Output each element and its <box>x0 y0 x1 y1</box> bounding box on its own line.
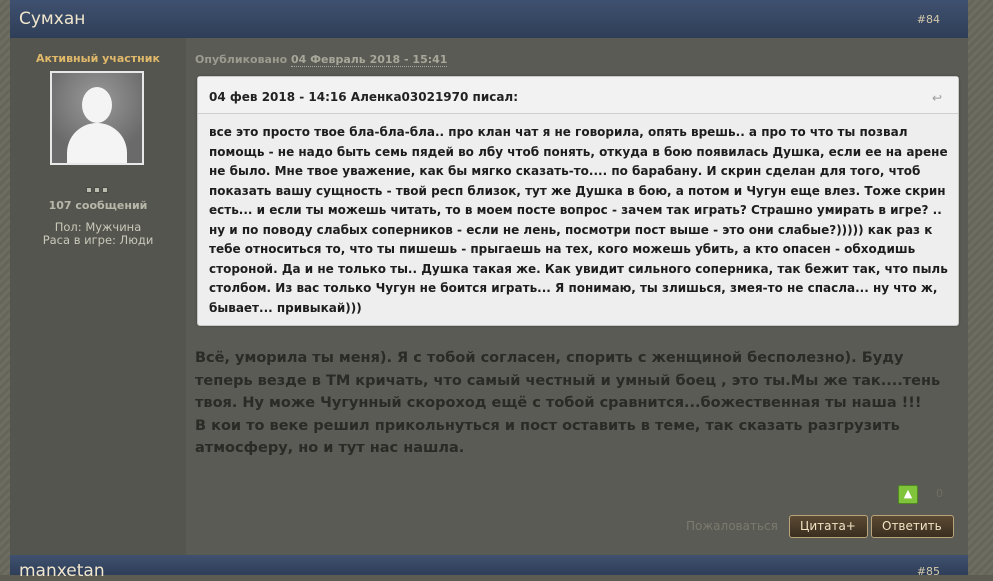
author-race: Раса в игре: Люди <box>42 233 154 247</box>
post-header: Сумхан #84 <box>10 0 968 39</box>
next-post-author-name[interactable]: manxetan <box>19 561 105 581</box>
author-panel: Активный участник 107 сообщений Пол: Муж… <box>10 38 186 555</box>
published-label: Опубликовано <box>195 53 288 66</box>
post-author-name[interactable]: Сумхан <box>19 9 85 29</box>
post-date: Опубликовано 04 Февраль 2018 - 15:41 <box>195 53 448 67</box>
avatar-silhouette-body <box>67 123 127 163</box>
avatar[interactable] <box>50 71 144 165</box>
rank-pip <box>102 187 108 193</box>
next-post-number-link[interactable]: #85 <box>917 565 940 578</box>
published-date-link[interactable]: 04 Февраль 2018 - 15:41 <box>290 53 448 67</box>
rank-pip <box>94 187 100 193</box>
arrow-up-icon[interactable]: ▲ <box>898 485 918 504</box>
quote-text: все это просто твое бла-бла-бла.. про кл… <box>209 125 948 315</box>
post-body: Активный участник 107 сообщений Пол: Муж… <box>10 38 968 555</box>
quote-header: 04 фев 2018 - 14:16 Аленка03021970 писал… <box>198 77 958 114</box>
post-count: 107 сообщений <box>48 199 148 212</box>
member-title: Активный участник <box>36 52 160 65</box>
post-content-paragraph: В кои то веке решил прикольнуться и пост… <box>195 417 900 457</box>
post-content-paragraph: Всё, уморила ты меня). Я с тобой согласе… <box>195 350 941 411</box>
rank-pip <box>86 187 92 193</box>
quote-citation: 04 фев 2018 - 14:16 Аленка03021970 писал… <box>209 90 519 104</box>
forum-post: Сумхан #84 Активный участник 107 сообщен… <box>10 0 968 581</box>
post-number-link[interactable]: #84 <box>917 13 940 26</box>
rank-pips <box>86 187 110 193</box>
next-post-header: manxetan #85 <box>10 555 968 581</box>
author-gender: Пол: Мужчина <box>54 220 142 234</box>
avatar-silhouette-head <box>82 87 112 123</box>
quote-button[interactable]: Цитата+ <box>789 515 868 538</box>
reputation-count: 0 <box>936 487 943 500</box>
quote-link-icon[interactable]: ↩ <box>932 91 942 105</box>
report-link[interactable]: Пожаловаться <box>686 519 778 533</box>
post-content: Всё, уморила ты меня). Я с тобой согласе… <box>195 347 965 460</box>
reply-button[interactable]: Ответить <box>871 515 954 538</box>
quote-block: 04 фев 2018 - 14:16 Аленка03021970 писал… <box>197 76 959 326</box>
